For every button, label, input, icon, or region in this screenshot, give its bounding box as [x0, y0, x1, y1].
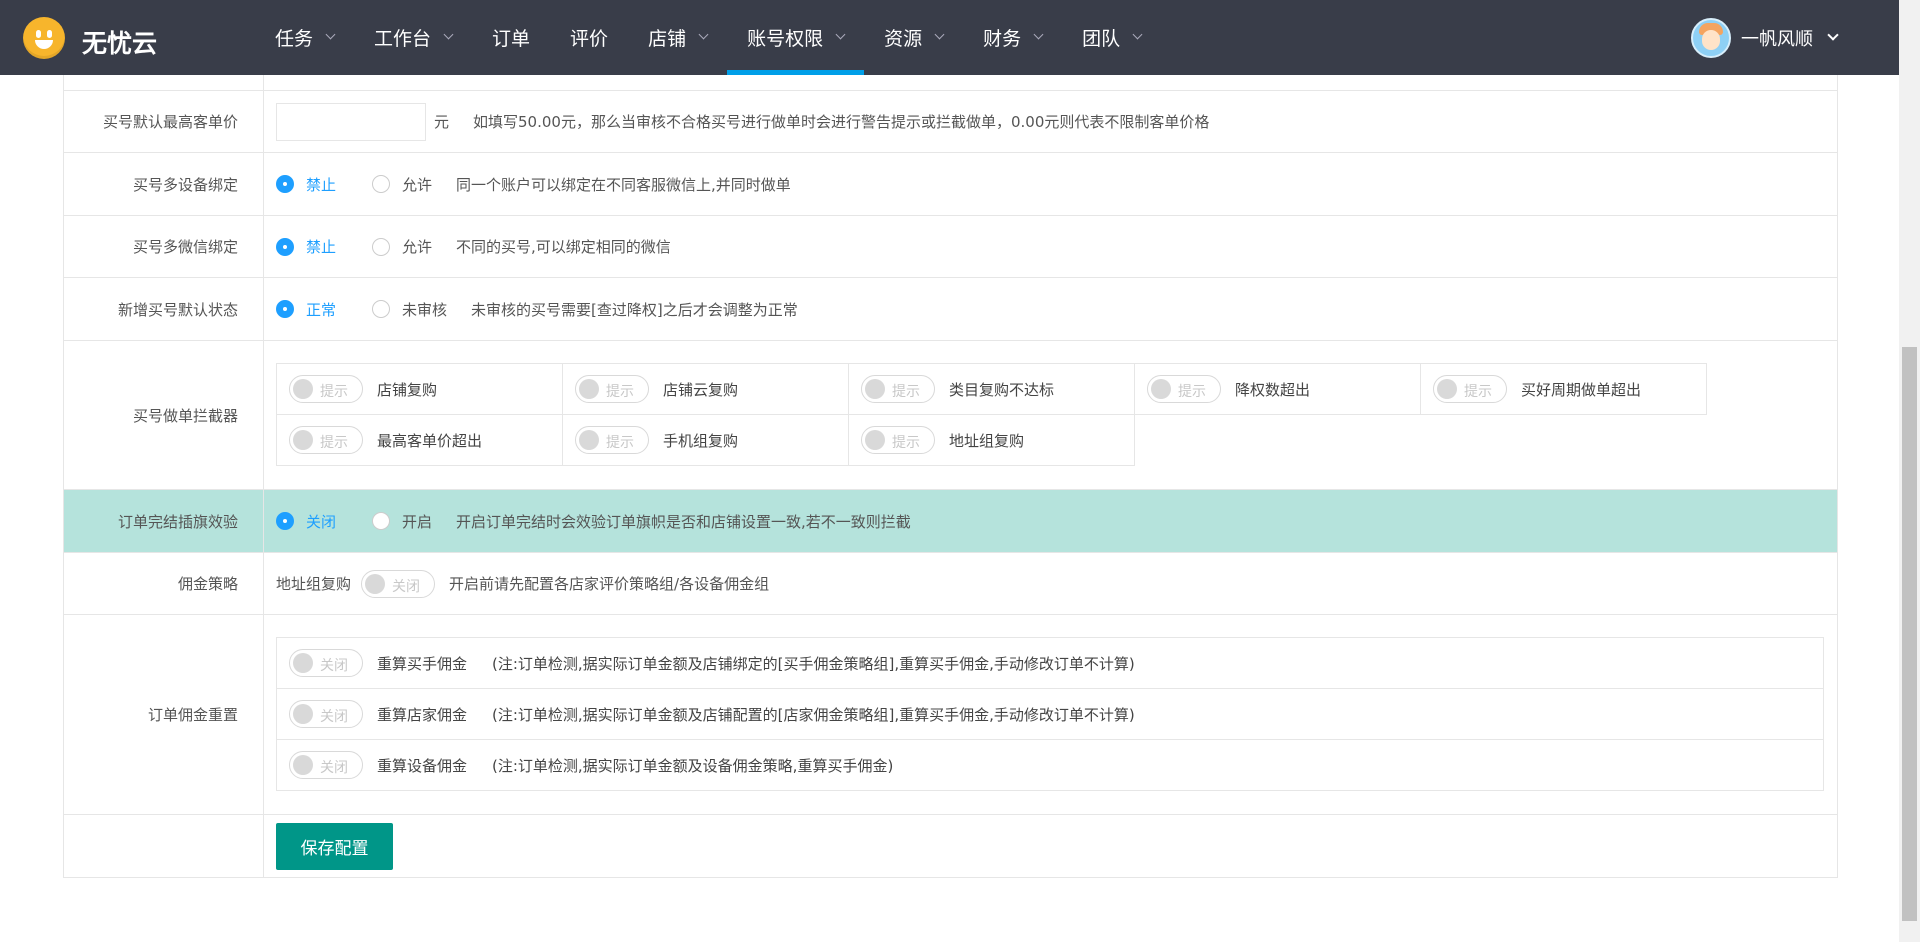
radio-checked-icon	[276, 512, 294, 530]
toggle-switch[interactable]: 关闭	[361, 569, 436, 598]
chevron-down-icon	[1033, 29, 1044, 40]
radio-normal[interactable]: 正常	[276, 299, 336, 320]
top-navbar: 无忧云 任务 工作台 订单 评价 店铺 账号权限 资源 财务 团队 一帆风顺	[0, 0, 1899, 75]
form-row-multi-wechat: 买号多微信绑定 禁止 允许 不同的买号,可以绑定相同的微信	[64, 216, 1837, 278]
toggle-switch[interactable]: 提示	[1147, 375, 1221, 403]
field-label: 订单完结插旗效验	[64, 490, 264, 552]
radio-unchecked-icon	[372, 237, 391, 256]
radio-checked-icon	[276, 300, 294, 318]
toggle-switch[interactable]: 关闭	[289, 649, 363, 677]
user-name: 一帆风顺	[1741, 29, 1813, 50]
form-row-commission: 佣金策略 地址组复购 关闭 开启前请先配置各店家评价策略组/各设备佣金组	[64, 553, 1837, 615]
interceptor-item: 提示 店铺复购	[276, 363, 563, 415]
field-label: 新增买号默认状态	[64, 278, 264, 340]
form-row-default-status: 新增买号默认状态 正常 未审核 未审核的买号需要[查过降权]之后才会调整为正常	[64, 278, 1837, 341]
toggle-switch[interactable]: 提示	[861, 426, 935, 454]
radio-checked-icon	[276, 237, 294, 256]
toggle-switch[interactable]: 提示	[1433, 375, 1507, 403]
brand-name: 无忧云	[82, 29, 158, 58]
nav-item-team[interactable]: 团队	[1062, 0, 1161, 75]
chevron-down-icon	[934, 29, 945, 40]
nav-item-orders[interactable]: 订单	[472, 0, 550, 75]
unit-label: 元	[434, 113, 450, 131]
interceptor-item: 提示 买好周期做单超出	[1420, 363, 1707, 415]
chevron-down-icon	[443, 29, 454, 40]
toggle-switch[interactable]: 关闭	[289, 700, 363, 728]
radio-unreviewed[interactable]: 未审核	[372, 299, 447, 320]
settings-form: 买号默认最高客单价 元 如填写50.00元，那么当审核不合格买号进行做单时会进行…	[63, 75, 1838, 878]
chevron-down-icon	[325, 29, 336, 40]
radio-forbid[interactable]: 禁止	[276, 174, 336, 195]
save-config-button[interactable]: 保存配置	[276, 822, 393, 870]
chevron-down-icon	[698, 29, 709, 40]
interceptor-grid: 提示 店铺复购 提示 店铺云复购 提示 类目复购不达标 提示 降权数超出 提示 买好周期做…	[276, 363, 1707, 466]
field-label: 佣金策略	[64, 553, 264, 614]
nav-item-resources[interactable]: 资源	[864, 0, 963, 75]
toggle-switch[interactable]: 提示	[575, 375, 649, 403]
field-label: 买号做单拦截器	[64, 341, 264, 489]
radio-off[interactable]: 关闭	[276, 511, 336, 532]
interceptor-item: 提示 店铺云复购	[562, 363, 849, 415]
reset-list: 关闭 重算买手佣金 (注:订单检测,据实际订单金额及店铺绑定的[买手佣金策略组],重…	[276, 637, 1824, 791]
form-row-max-price: 买号默认最高客单价 元 如填写50.00元，那么当审核不合格买号进行做单时会进行…	[64, 91, 1837, 153]
radio-unchecked-icon	[372, 512, 391, 530]
toggle-switch[interactable]: 提示	[575, 426, 649, 454]
radio-on[interactable]: 开启	[372, 511, 432, 532]
toggle-switch[interactable]: 提示	[861, 375, 935, 403]
nav-item-finance[interactable]: 财务	[963, 0, 1062, 75]
hint-text: 未审核的买号需要[查过降权]之后才会调整为正常	[471, 300, 798, 319]
field-label: 订单佣金重置	[64, 615, 264, 814]
scrollbar[interactable]	[1899, 0, 1920, 942]
radio-checked-icon	[276, 175, 294, 193]
chevron-down-icon	[1827, 29, 1839, 41]
radio-forbid[interactable]: 禁止	[276, 236, 336, 257]
hint-text: 开启订单完结时会效验订单旗帜是否和店铺设置一致,若不一致则拦截	[456, 512, 911, 531]
scrollbar-thumb[interactable]	[1902, 347, 1917, 921]
chevron-down-icon	[835, 29, 846, 40]
form-row-interceptor: 买号做单拦截器 提示 店铺复购 提示 店铺云复购 提示 类目复购不达标 提示 降权数超出…	[64, 341, 1837, 490]
nav-item-tasks[interactable]: 任务	[255, 0, 354, 75]
user-menu[interactable]: 一帆风顺	[1691, 18, 1839, 58]
interceptor-item: 提示 地址组复购	[848, 414, 1135, 466]
logo-smiley-icon	[23, 17, 65, 59]
hint-text: 不同的买号,可以绑定相同的微信	[456, 238, 671, 256]
nav-item-account-permissions[interactable]: 账号权限	[727, 0, 865, 75]
reset-item: 关闭 重算店家佣金 (注:订单检测,据实际订单金额及店铺配置的[店家佣金策略组],重…	[276, 688, 1824, 740]
interceptor-item: 提示 最高客单价超出	[276, 414, 563, 466]
nav-item-shops[interactable]: 店铺	[628, 0, 727, 75]
main-nav: 任务 工作台 订单 评价 店铺 账号权限 资源 财务 团队	[255, 0, 1161, 75]
max-price-input[interactable]	[276, 102, 426, 141]
radio-unchecked-icon	[372, 175, 391, 193]
avatar	[1691, 18, 1731, 58]
nav-item-reviews[interactable]: 评价	[550, 0, 628, 75]
reset-item: 关闭 重算设备佣金 (注:订单检测,据实际订单金额及设备佣金策略,重算买手佣金)	[276, 739, 1824, 791]
field-label: 买号默认最高客单价	[64, 91, 264, 152]
interceptor-item: 提示 降权数超出	[1134, 363, 1421, 415]
field-label: 买号多设备绑定	[64, 153, 264, 215]
form-row-flag-check: 订单完结插旗效验 关闭 开启 开启订单完结时会效验订单旗帜是否和店铺设置一致,若…	[64, 490, 1837, 553]
radio-allow[interactable]: 允许	[372, 174, 432, 195]
hint-text: 开启前请先配置各店家评价策略组/各设备佣金组	[449, 575, 770, 593]
form-row-multi-device: 买号多设备绑定 禁止 允许 同一个账户可以绑定在不同客服微信上,并同时做单	[64, 153, 1837, 216]
nav-item-workbench[interactable]: 工作台	[354, 0, 472, 75]
toggle-switch[interactable]: 提示	[289, 375, 363, 403]
chevron-down-icon	[1132, 29, 1143, 40]
toggle-switch[interactable]: 关闭	[289, 751, 363, 779]
radio-unchecked-icon	[372, 300, 391, 318]
interceptor-item: 提示 类目复购不达标	[848, 363, 1135, 415]
commission-prefix: 地址组复购	[276, 575, 352, 593]
toggle-switch[interactable]: 提示	[289, 426, 363, 454]
field-label: 买号多微信绑定	[64, 216, 264, 277]
reset-item: 关闭 重算买手佣金 (注:订单检测,据实际订单金额及店铺绑定的[买手佣金策略组],重…	[276, 637, 1824, 689]
hint-text: 同一个账户可以绑定在不同客服微信上,并同时做单	[456, 175, 791, 194]
form-row-actions: 保存配置	[64, 815, 1837, 878]
form-row-partial	[64, 75, 1837, 91]
hint-text: 如填写50.00元，那么当审核不合格买号进行做单时会进行警告提示或拦截做单，0.…	[473, 113, 1210, 131]
radio-allow[interactable]: 允许	[372, 236, 432, 257]
interceptor-item: 提示 手机组复购	[562, 414, 849, 466]
form-row-commission-reset: 订单佣金重置 关闭 重算买手佣金 (注:订单检测,据实际订单金额及店铺绑定的[买手佣…	[64, 615, 1837, 815]
